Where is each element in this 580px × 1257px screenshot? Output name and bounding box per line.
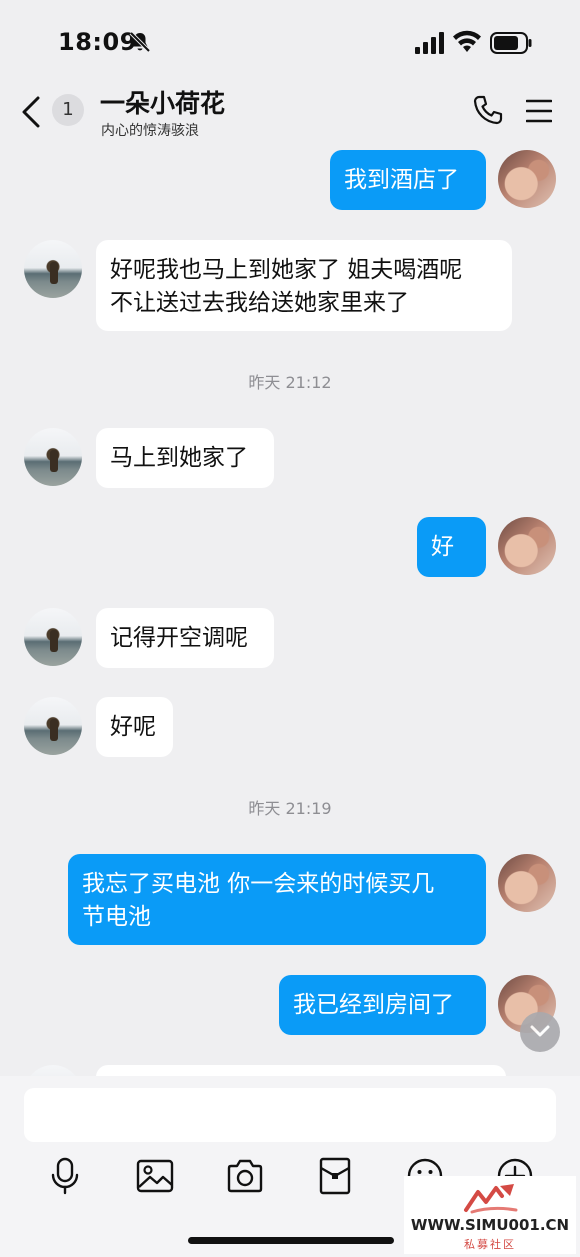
contact-avatar[interactable] [24, 240, 82, 298]
outgoing-message-bubble[interactable]: 我忘了买电池 你一会来的时候买几 节电池 [68, 854, 486, 945]
incoming-message-bubble[interactable]: 好呢我也马上到她家了 姐夫喝酒呢 不让送过去我给送她家里来了 [96, 240, 512, 331]
chevron-down-icon [530, 1025, 550, 1037]
image-icon[interactable] [135, 1156, 175, 1196]
back-chevron-icon[interactable] [18, 94, 44, 130]
outgoing-message-bubble[interactable]: 我已经到房间了 [279, 975, 486, 1035]
bell-muted-icon [129, 31, 151, 53]
battery-icon [490, 32, 532, 54]
incoming-message-bubble[interactable]: 记得开空调呢 [96, 608, 274, 668]
camera-icon[interactable] [225, 1156, 265, 1196]
watermark: WWW.SIMU001.CN 私募社区 [404, 1176, 576, 1254]
timestamp-separator: 昨天 21:19 [248, 799, 332, 818]
contact-name[interactable]: 一朵小荷花 [100, 84, 225, 120]
message-input[interactable] [24, 1088, 556, 1142]
contact-avatar[interactable] [24, 428, 82, 486]
menu-icon[interactable] [526, 98, 552, 124]
status-bar: 18:09 [0, 0, 580, 80]
message-list[interactable]: 我到酒店了 好呢我也马上到她家了 姐夫喝酒呢 不让送过去我给送她家里来了 昨天 … [0, 144, 580, 1076]
timestamp-separator: 昨天 21:12 [248, 373, 332, 392]
contact-signature: 内心的惊涛骇浪 [101, 123, 199, 139]
incoming-message-bubble[interactable]: 马上到她家了 [96, 428, 274, 488]
status-time: 18:09 [58, 28, 137, 56]
contact-avatar[interactable] [24, 608, 82, 666]
home-indicator[interactable] [188, 1237, 394, 1244]
microphone-icon[interactable] [45, 1156, 85, 1196]
contact-avatar[interactable] [24, 697, 82, 755]
watermark-site: WWW.SIMU001.CN [410, 1216, 570, 1234]
contact-avatar[interactable] [24, 1065, 82, 1076]
watermark-subtitle: 私募社区 [464, 1238, 516, 1251]
phone-call-icon[interactable] [472, 94, 504, 126]
wifi-icon [453, 30, 481, 52]
unread-count-badge[interactable]: 1 [52, 94, 84, 126]
cellular-signal-icon [415, 32, 444, 54]
self-avatar[interactable] [498, 854, 556, 912]
self-avatar[interactable] [498, 517, 556, 575]
chat-header: 1 一朵小荷花 内心的惊涛骇浪 [0, 80, 580, 144]
scroll-to-bottom-button[interactable] [520, 1012, 560, 1052]
red-packet-icon[interactable] [315, 1156, 355, 1196]
outgoing-message-bubble[interactable]: 好 [417, 517, 486, 577]
incoming-message-bubble[interactable]: 好呢 [96, 697, 173, 757]
watermark-logo-icon [464, 1184, 518, 1214]
incoming-message-bubble[interactable] [96, 1065, 506, 1076]
self-avatar[interactable] [498, 150, 556, 208]
outgoing-message-bubble[interactable]: 我到酒店了 [330, 150, 486, 210]
